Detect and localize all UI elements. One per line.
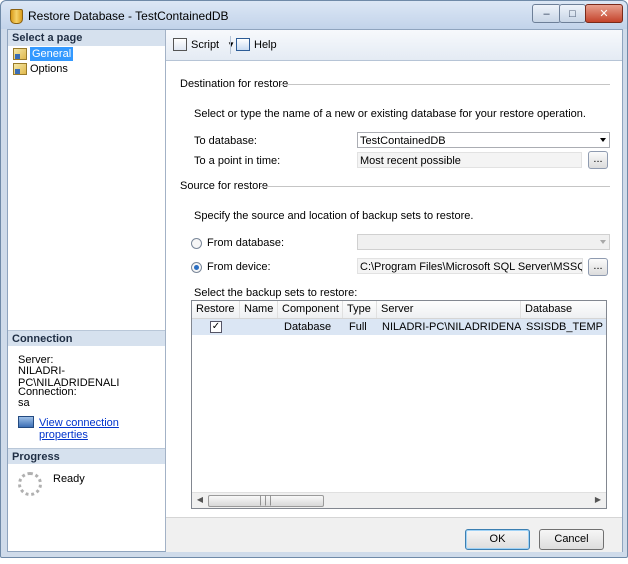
maximize-icon: □ [569, 7, 576, 20]
toolbar: Script ▼ Help [166, 30, 622, 61]
component-cell: Database [284, 321, 332, 333]
from-device-label: From device: [207, 261, 271, 273]
to-database-label: To database: [194, 135, 257, 147]
chevron-down-icon[interactable] [600, 138, 606, 142]
cancel-button[interactable]: Cancel [539, 529, 604, 550]
restore-cell: ✓ [192, 319, 240, 335]
ok-button[interactable]: OK [465, 529, 530, 550]
help-icon [236, 38, 250, 51]
database-cell: SSISDB_TEMP [526, 321, 604, 333]
script-label: Script [191, 38, 220, 51]
maximize-button[interactable]: □ [559, 4, 586, 23]
database-icon [10, 9, 23, 24]
minimize-button[interactable]: – [532, 4, 561, 23]
from-device-field: C:\Program Files\Microsoft SQL Server\MS… [357, 258, 583, 274]
from-database-combo[interactable] [357, 234, 610, 250]
select-page-header: Select a page [8, 30, 165, 46]
page-icon [13, 63, 27, 75]
scroll-right-icon[interactable]: ▶ [592, 494, 604, 506]
page-item-general[interactable]: General [13, 47, 74, 61]
progress-header: Progress [8, 448, 165, 464]
table-row[interactable]: ✓ Database Full NILADRI-PC\NILADRIDENALI… [192, 319, 606, 335]
point-in-time-field: Most recent possible [357, 152, 582, 168]
column-header-restore[interactable]: Restore [192, 301, 240, 318]
scroll-left-icon[interactable]: ◀ [194, 494, 206, 506]
type-cell: Full [349, 321, 367, 333]
column-header-database[interactable]: Database [521, 301, 606, 318]
page-item-options[interactable]: Options [13, 62, 68, 76]
connection-header: Connection [8, 330, 165, 346]
source-section-label: Source for restore [180, 180, 269, 192]
connection-properties-icon [18, 416, 34, 428]
from-database-label: From database: [207, 237, 285, 249]
close-button[interactable]: ✕ [585, 4, 623, 23]
server-cell: NILADRI-PC\NILADRIDENALI [382, 321, 521, 333]
window-title: Restore Database - TestContainedDB [28, 9, 229, 23]
grid-header: Restore Name Component Type Server Datab… [192, 301, 606, 319]
destination-section-label: Destination for restore [180, 78, 289, 90]
column-header-type[interactable]: Type [343, 301, 377, 318]
column-header-name[interactable]: Name [240, 301, 278, 318]
scrollbar-thumb[interactable]: │││ [208, 495, 324, 507]
from-database-radio[interactable] [191, 238, 202, 249]
progress-status: Ready [53, 473, 85, 485]
to-database-combo[interactable]: TestContainedDB [357, 132, 610, 148]
connection-value: sa [18, 397, 30, 409]
backup-sets-label: Select the backup sets to restore: [194, 287, 358, 299]
script-icon [173, 38, 187, 51]
restore-checkbox[interactable]: ✓ [210, 321, 222, 333]
page-label: Options [30, 63, 68, 75]
source-instructions: Specify the source and location of backu… [194, 210, 474, 222]
point-in-time-browse-button[interactable]: ... [588, 151, 608, 169]
backup-sets-grid: Restore Name Component Type Server Datab… [191, 300, 607, 509]
left-pane: Select a page General Options Connection… [8, 30, 166, 551]
minimize-icon: – [543, 7, 550, 20]
section-divider [280, 84, 610, 85]
name-cell [240, 319, 278, 335]
destination-instructions: Select or type the name of a new or exis… [194, 108, 586, 120]
title-bar[interactable]: Restore Database - TestContainedDB – □ ✕ [1, 1, 627, 29]
help-button[interactable]: Help [236, 38, 277, 51]
script-button[interactable]: Script ▼ [173, 38, 235, 51]
view-connection-properties-link[interactable]: View connection properties [39, 417, 165, 441]
progress-spinner-icon [18, 472, 42, 496]
page-label: General [30, 47, 74, 61]
from-device-browse-button[interactable]: ... [588, 258, 608, 276]
section-divider [260, 186, 610, 187]
column-header-component[interactable]: Component [278, 301, 343, 318]
dialog-button-bar: OK Cancel [166, 517, 622, 552]
page-icon [13, 48, 27, 60]
chevron-down-icon[interactable] [600, 240, 606, 244]
chevron-down-icon[interactable]: ▼ [227, 40, 235, 49]
point-in-time-label: To a point in time: [194, 155, 281, 167]
restore-database-window: Restore Database - TestContainedDB – □ ✕… [0, 0, 628, 558]
to-database-value: TestContainedDB [360, 135, 446, 147]
column-header-server[interactable]: Server [377, 301, 521, 318]
close-icon: ✕ [599, 8, 609, 20]
help-label: Help [254, 38, 277, 51]
from-device-radio[interactable] [191, 262, 202, 273]
horizontal-scrollbar[interactable]: ◀ │││ ▶ [192, 492, 606, 508]
toolbar-separator [230, 36, 231, 54]
